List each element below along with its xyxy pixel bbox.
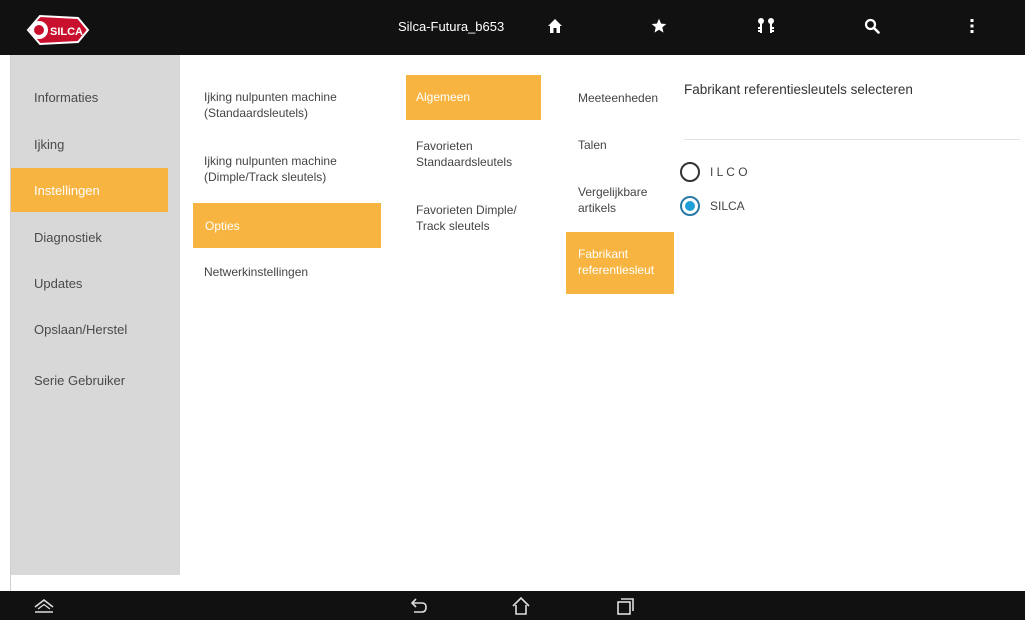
menu-item-vergelijkbare-artikels[interactable]: Vergelijkbare artikels xyxy=(578,184,668,216)
back-icon[interactable] xyxy=(408,596,430,616)
menu-item-label: Meeteenheden xyxy=(578,91,659,105)
system-navigation-bar xyxy=(0,591,1025,620)
logo-text: SILCA xyxy=(50,26,83,38)
panel-title: Fabrikant referentiesleutels selecteren xyxy=(684,82,913,97)
divider xyxy=(684,139,1020,140)
menu-item-label: Talen xyxy=(578,138,607,152)
radio-button-silca[interactable] xyxy=(680,196,700,216)
menu-item-label: Opties xyxy=(205,219,240,233)
sidebar-item-serie-gebruiker[interactable]: Serie Gebruiker xyxy=(11,358,168,402)
menu-item-label: Favorieten Dimple/ Track sleutels xyxy=(416,203,517,233)
menu-item-label: Algemeen xyxy=(416,90,471,104)
menu-item-label: Netwerkinstellingen xyxy=(204,265,309,279)
keys-icon[interactable] xyxy=(756,16,776,36)
sidebar-item-informaties[interactable]: Informaties xyxy=(11,75,168,119)
menu-item-label: Fabrikant referentiesleut xyxy=(578,247,655,277)
sidebar-item-label: Opslaan/Herstel xyxy=(34,321,128,337)
collapse-icon[interactable] xyxy=(32,596,54,616)
sidebar-item-instellingen[interactable]: Instellingen xyxy=(11,168,168,212)
recent-apps-icon[interactable] xyxy=(614,596,636,616)
sidebar-item-label: Serie Gebruiker xyxy=(34,372,126,388)
menu-item-label: Ijking nulpunten machine (Standaardsleut… xyxy=(204,90,337,120)
home-icon[interactable] xyxy=(545,16,565,36)
menu-item-label: Ijking nulpunten machine (Dimple/Track s… xyxy=(204,154,337,184)
menu-item-opties[interactable]: Opties xyxy=(193,203,381,248)
sidebar-item-label: Informaties xyxy=(34,89,99,105)
menu-item-ijking-standaard[interactable]: Ijking nulpunten machine (Standaardsleut… xyxy=(204,89,374,121)
silca-logo[interactable]: SILCA xyxy=(22,10,94,52)
sidebar-item-opslaan-herstel[interactable]: Opslaan/Herstel xyxy=(11,307,168,351)
radio-option-silca[interactable]: SILCA xyxy=(680,196,745,216)
app-title: Silca-Futura_b653 xyxy=(398,19,505,34)
menu-item-fabrikant-referentiesleutels[interactable]: Fabrikant referentiesleut xyxy=(566,232,674,294)
sidebar-item-label: Ijking xyxy=(34,136,65,152)
menu-item-meeteenheden[interactable]: Meeteenheden xyxy=(578,90,668,106)
menu-item-favorieten-standaard[interactable]: Favorieten Standaardsleutels xyxy=(416,138,541,170)
home-nav-icon[interactable] xyxy=(510,596,532,616)
menu-item-talen[interactable]: Talen xyxy=(578,137,668,153)
radio-label: I L C O xyxy=(710,165,748,179)
radio-label: SILCA xyxy=(710,199,745,213)
menu-item-favorieten-dimple[interactable]: Favorieten Dimple/ Track sleutels xyxy=(416,202,541,234)
search-icon[interactable] xyxy=(862,16,882,36)
sidebar-item-label: Instellingen xyxy=(34,182,100,198)
menu-item-label: Favorieten Standaardsleutels xyxy=(416,139,513,169)
sidebar-item-updates[interactable]: Updates xyxy=(11,261,168,305)
action-bar: SILCA Silca-Futura_b653 xyxy=(0,0,1025,55)
menu-item-label: Vergelijkbare artikels xyxy=(578,185,648,215)
sidebar-item-label: Diagnostiek xyxy=(34,229,102,245)
radio-option-ilco[interactable]: I L C O xyxy=(680,162,748,182)
overflow-menu-icon[interactable] xyxy=(962,16,982,36)
menu-item-netwerkinstellingen[interactable]: Netwerkinstellingen xyxy=(204,264,374,280)
menu-item-algemeen[interactable]: Algemeen xyxy=(406,75,541,120)
sidebar-item-label: Updates xyxy=(34,275,83,291)
sidebar-item-diagnostiek[interactable]: Diagnostiek xyxy=(11,215,168,259)
sidebar-item-ijking[interactable]: Ijking xyxy=(11,122,168,166)
menu-item-ijking-dimple[interactable]: Ijking nulpunten machine (Dimple/Track s… xyxy=(204,153,374,185)
radio-button-ilco[interactable] xyxy=(680,162,700,182)
star-icon[interactable] xyxy=(649,16,669,36)
